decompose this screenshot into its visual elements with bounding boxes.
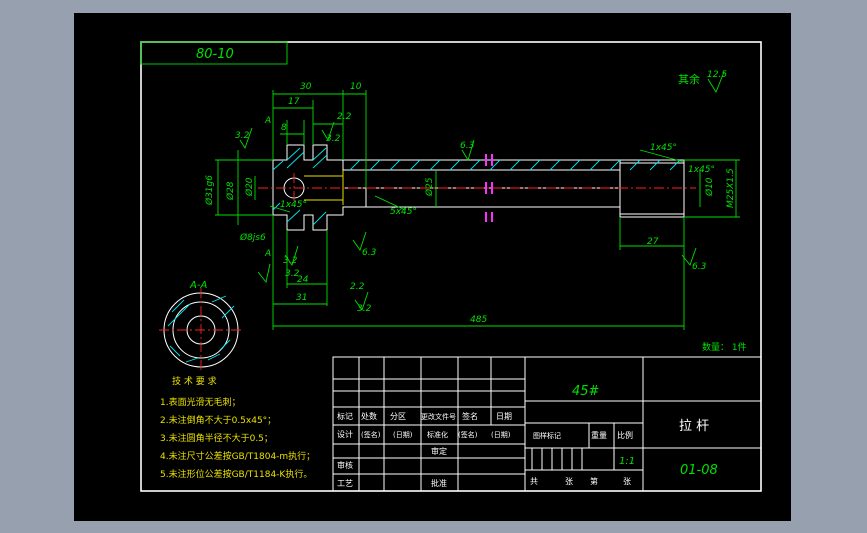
roughness-rest-value: 12.5 [707,70,727,80]
tb-design: 设计 [337,429,353,439]
tol-2-2: 2.2 [337,112,352,122]
dim-27: 27 [647,237,659,247]
section-mark-top: A [264,116,271,126]
tb-zone: 分区 [390,412,406,421]
req-title: 技 术 要 求 [172,375,217,387]
tb-total: 共 [530,477,538,486]
tb-count: 处数 [361,411,377,421]
dim-24: 24 [297,275,309,285]
tb-mark: 标记 [337,411,353,421]
req-1: 1.表面光滑无毛刺； [160,396,241,408]
chamfer-4: 5x45° [390,207,417,217]
tb-sign3: (签名) [458,430,478,439]
chamfer-2: 1x45° [688,165,715,175]
dim-dia-10: Ø10 [704,177,715,197]
tb-page: 张 [623,477,631,486]
dim-dia-8: Ø8js6 [239,232,266,243]
tol-2-2b: 2.2 [350,282,365,292]
dim-dia-25: Ø25 [424,177,435,197]
tb-ratio: 比例 [617,430,633,440]
rough-3-2b: 3.2 [326,134,341,144]
shaft-head-outline [272,144,367,231]
rough-6-3a: 6.3 [460,141,475,151]
quantity-label: 数量： 1件 [702,341,747,353]
rough-3-2e: 3.2 [357,304,372,314]
dim-17: 17 [288,97,300,107]
tb-stage-mark: 图样标记 [533,431,561,440]
tb-standard: 标准化 [427,430,448,439]
tb-date3: (日期) [491,431,511,439]
tb-drawing-no: 01-08 [680,463,718,478]
chamfer-1: 1x45° [650,143,677,153]
dim-dia-20: Ø20 [244,177,255,197]
roughness-rest-label: 其余 [678,72,700,86]
dimension-lines [215,90,740,330]
tb-process: 工艺 [337,479,353,488]
section-mark-bottom: A [264,249,271,259]
rough-6-3c: 6.3 [692,262,707,272]
tb-weight: 重量 [591,430,607,440]
dim-thread: M25X1.5 [726,168,736,208]
dim-8: 8 [281,123,287,133]
dim-dia-28: Ø28 [225,181,236,201]
cad-drawing: 80-10 其余 12.5 30 10 17 8 2.2 2.2 3.2 3.2… [140,41,762,492]
req-2: 2.未注倒角不大于0.5x45°； [160,414,276,426]
section-label: A-A [189,280,207,291]
chamfer-3: 1x45° [280,200,307,210]
tb-page-no: 第 [590,476,598,486]
tb-sheets: 张 [565,477,573,486]
body-hatch [349,159,681,171]
tb-sign: 签名 [462,411,478,421]
rough-3-2a: 3.2 [235,131,250,141]
tb-change-doc: 更改文件号 [421,412,456,421]
tb-review: 审核 [337,460,353,470]
cad-viewport[interactable]: 80-10 其余 12.5 30 10 17 8 2.2 2.2 3.2 3.2… [0,0,867,533]
tb-approve: 批准 [431,478,447,488]
dim-31: 31 [296,293,307,303]
rough-3-2c: 3.2 [283,256,298,266]
tb-sign2: (签名) [361,430,381,439]
tb-date: 日期 [496,412,512,421]
tb-date2: (日期) [393,431,413,439]
tb-check: 审定 [431,446,447,456]
dim-30: 30 [300,82,312,92]
tb-part-name: 拉 杆 [679,419,709,434]
tb-material: 45# [572,384,600,399]
rough-6-3b: 6.3 [362,248,377,258]
dim-dia-31: Ø31g6 [204,175,215,206]
drawing-tag: 80-10 [196,47,234,62]
tb-scale: 1:1 [619,456,635,467]
dim-485: 485 [470,315,487,325]
dim-10: 10 [350,82,362,92]
req-5: 5.未注形位公差按GB/T1184-K执行。 [160,468,312,480]
req-3: 3.未注圆角半径不大于0.5； [160,432,273,444]
req-4: 4.未注尺寸公差按GB/T1804-m执行； [160,450,315,462]
